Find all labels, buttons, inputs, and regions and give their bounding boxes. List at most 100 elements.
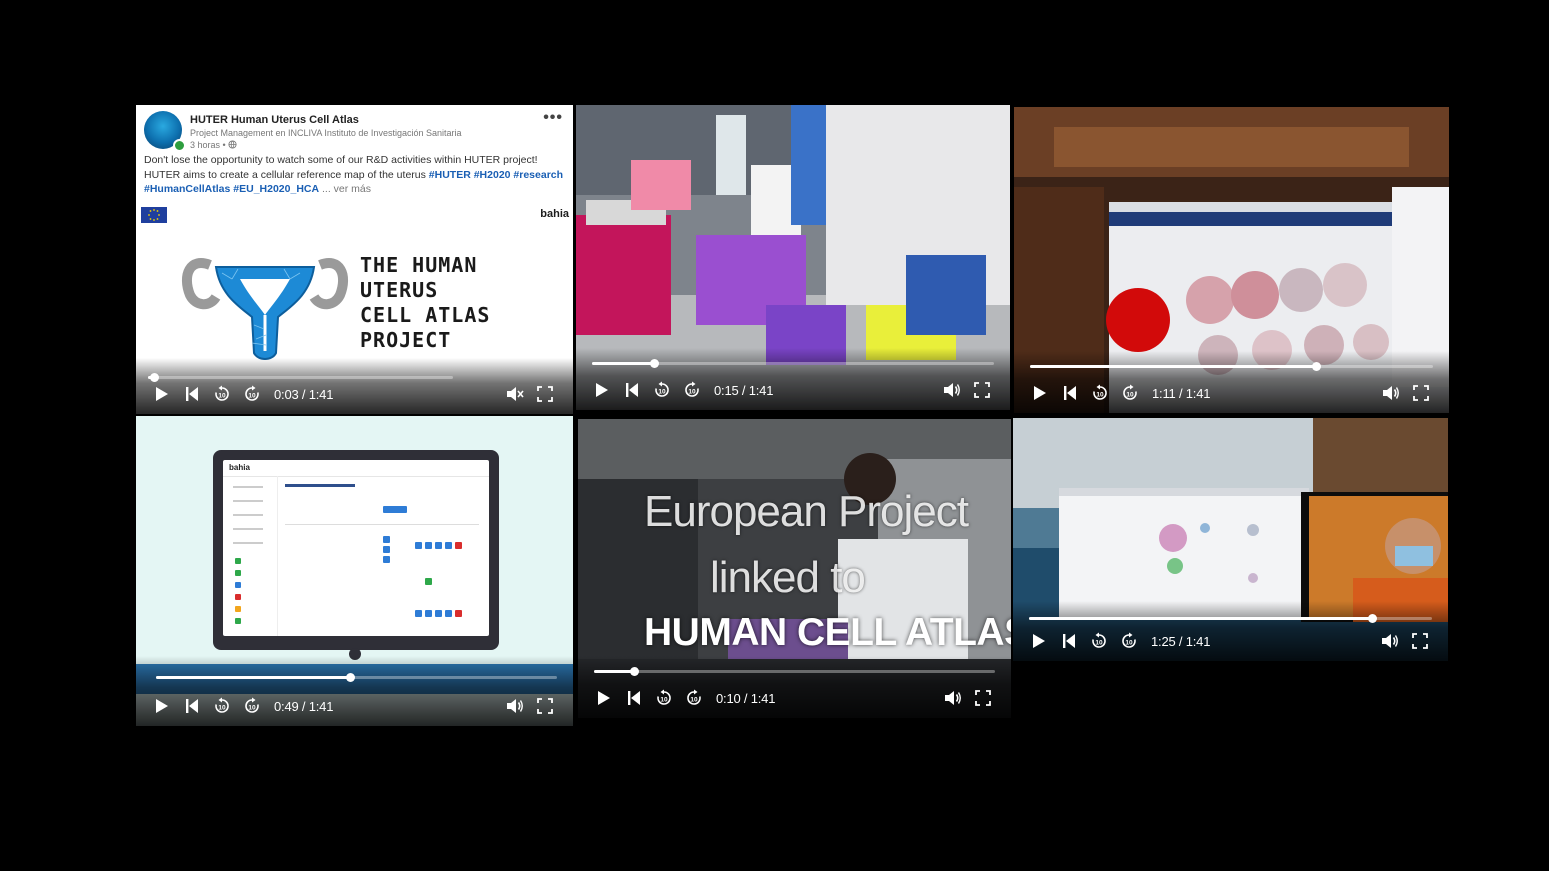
poster-line: UTERUS <box>360 278 439 302</box>
skip-previous-icon[interactable] <box>1055 629 1083 653</box>
monitor-illustration: bahia <box>213 450 499 650</box>
time-display: 1:11 / 1:41 <box>1152 385 1211 401</box>
bahia-logo: bahia <box>540 208 569 220</box>
video-controls: 10 10 1:25 / 1:41 <box>1013 601 1448 661</box>
volume-icon[interactable] <box>1376 629 1404 653</box>
seek-progress <box>1029 617 1372 620</box>
seek-handle[interactable] <box>150 373 160 382</box>
skip-previous-icon[interactable] <box>1056 381 1084 405</box>
seek-handle[interactable] <box>1312 362 1322 371</box>
forward-10-icon[interactable]: 10 <box>678 378 706 402</box>
time-display: 0:15 / 1:41 <box>714 382 774 398</box>
app-topbar: bahia <box>223 460 489 477</box>
poster-title: THE HUMAN UTERUS CELL ATLAS PROJECT <box>360 253 490 353</box>
overlay-title-line2: linked to <box>710 553 866 602</box>
play-icon[interactable] <box>148 694 176 718</box>
svg-text:10: 10 <box>658 389 666 396</box>
video-controls: 10 10 0:15 / 1:41 <box>576 348 1010 410</box>
seek-handle[interactable] <box>650 359 660 368</box>
time-display: 0:03 / 1:41 <box>274 386 334 402</box>
skip-previous-icon[interactable] <box>178 694 206 718</box>
overlay-title-line1: European Project <box>644 487 969 536</box>
video-tile-lab-pipetting[interactable]: 10 10 0:15 / 1:41 <box>576 105 1010 410</box>
online-status-icon <box>173 139 186 152</box>
video-tile-vr-viewer[interactable]: 10 10 1:11 / 1:41 <box>1014 107 1449 413</box>
control-row: 10 10 0:03 / 1:41 <box>148 382 561 406</box>
seek-progress <box>1030 365 1317 368</box>
seek-handle[interactable] <box>346 673 356 682</box>
video-tile-european-project[interactable]: European Project linked to HUMAN CELL AT… <box>578 419 1011 718</box>
video-tile-bahia-app[interactable]: bahia 10 10 0:49 / 1:41 <box>136 416 573 726</box>
rewind-10-icon[interactable]: 10 <box>648 378 676 402</box>
control-row: 10 10 0:10 / 1:41 <box>590 686 999 710</box>
volume-icon[interactable] <box>1377 381 1405 405</box>
seek-handle[interactable] <box>1367 614 1377 623</box>
post-time: 3 horas • <box>190 140 237 150</box>
svg-text:10: 10 <box>218 393 226 400</box>
forward-10-icon[interactable]: 10 <box>680 686 708 710</box>
seek-handle[interactable] <box>630 667 640 676</box>
more-options-icon[interactable]: ••• <box>543 109 563 127</box>
volume-icon[interactable] <box>501 694 529 718</box>
overlay-title-line3: HUMAN CELL ATLAS <box>644 611 1011 654</box>
post-header: HUTER Human Uterus Cell Atlas Project Ma… <box>144 109 565 152</box>
fullscreen-icon[interactable] <box>531 694 559 718</box>
seek-bar[interactable] <box>148 373 453 382</box>
time-display: 1:25 / 1:41 <box>1151 633 1211 649</box>
skip-previous-icon[interactable] <box>178 382 206 406</box>
rewind-10-icon[interactable]: 10 <box>1086 381 1114 405</box>
rewind-10-icon[interactable]: 10 <box>208 382 236 406</box>
mute-icon[interactable] <box>501 382 529 406</box>
svg-text:10: 10 <box>660 697 668 704</box>
play-icon[interactable] <box>1026 381 1054 405</box>
control-row: 10 10 0:15 / 1:41 <box>588 378 998 402</box>
forward-10-icon[interactable]: 10 <box>238 694 266 718</box>
fullscreen-icon[interactable] <box>531 382 559 406</box>
video-tile-linkedin-post[interactable]: HUTER Human Uterus Cell Atlas Project Ma… <box>136 105 573 414</box>
play-icon[interactable] <box>148 382 176 406</box>
globe-icon <box>228 140 237 150</box>
post-text: Don't lose the opportunity to watch some… <box>144 153 565 197</box>
forward-10-icon[interactable]: 10 <box>1115 629 1143 653</box>
play-icon[interactable] <box>588 378 616 402</box>
rewind-10-icon[interactable]: 10 <box>208 694 236 718</box>
volume-icon[interactable] <box>938 378 966 402</box>
fullscreen-icon[interactable] <box>1406 629 1434 653</box>
video-tile-video-call[interactable]: 10 10 1:25 / 1:41 <box>1013 418 1448 661</box>
play-icon[interactable] <box>1025 629 1053 653</box>
svg-text:10: 10 <box>1126 392 1134 399</box>
poster-line: PROJECT <box>360 328 452 352</box>
svg-text:10: 10 <box>688 389 696 396</box>
post-time-text: 3 horas • <box>190 140 226 150</box>
seek-bar[interactable] <box>592 359 994 368</box>
forward-10-icon[interactable]: 10 <box>238 382 266 406</box>
seek-bar[interactable] <box>156 673 557 682</box>
svg-text:10: 10 <box>690 697 698 704</box>
svg-text:10: 10 <box>1095 640 1103 647</box>
svg-text:10: 10 <box>1096 392 1104 399</box>
see-more-link[interactable]: ... ver más <box>322 183 371 195</box>
play-icon[interactable] <box>590 686 618 710</box>
fullscreen-icon[interactable] <box>1407 381 1435 405</box>
rewind-10-icon[interactable]: 10 <box>1085 629 1113 653</box>
skip-previous-icon[interactable] <box>618 378 646 402</box>
poster-line: THE HUMAN <box>360 253 478 277</box>
app-sidebar <box>223 476 278 636</box>
seek-bar[interactable] <box>1030 362 1433 371</box>
rewind-10-icon[interactable]: 10 <box>650 686 678 710</box>
volume-icon[interactable] <box>939 686 967 710</box>
svg-text:10: 10 <box>248 705 256 712</box>
seek-progress <box>594 670 635 673</box>
time-display: 0:49 / 1:41 <box>274 698 334 714</box>
fullscreen-icon[interactable] <box>968 378 996 402</box>
video-controls: 10 10 0:49 / 1:41 <box>136 656 573 726</box>
forward-10-icon[interactable]: 10 <box>1116 381 1144 405</box>
fullscreen-icon[interactable] <box>969 686 997 710</box>
seek-bar[interactable] <box>594 667 995 676</box>
page-name[interactable]: HUTER Human Uterus Cell Atlas <box>190 114 359 126</box>
eu-flag-icon <box>141 207 167 223</box>
seek-bar[interactable] <box>1029 614 1432 623</box>
seek-progress <box>592 362 655 365</box>
skip-previous-icon[interactable] <box>620 686 648 710</box>
control-row: 10 10 1:11 / 1:41 <box>1026 381 1437 405</box>
